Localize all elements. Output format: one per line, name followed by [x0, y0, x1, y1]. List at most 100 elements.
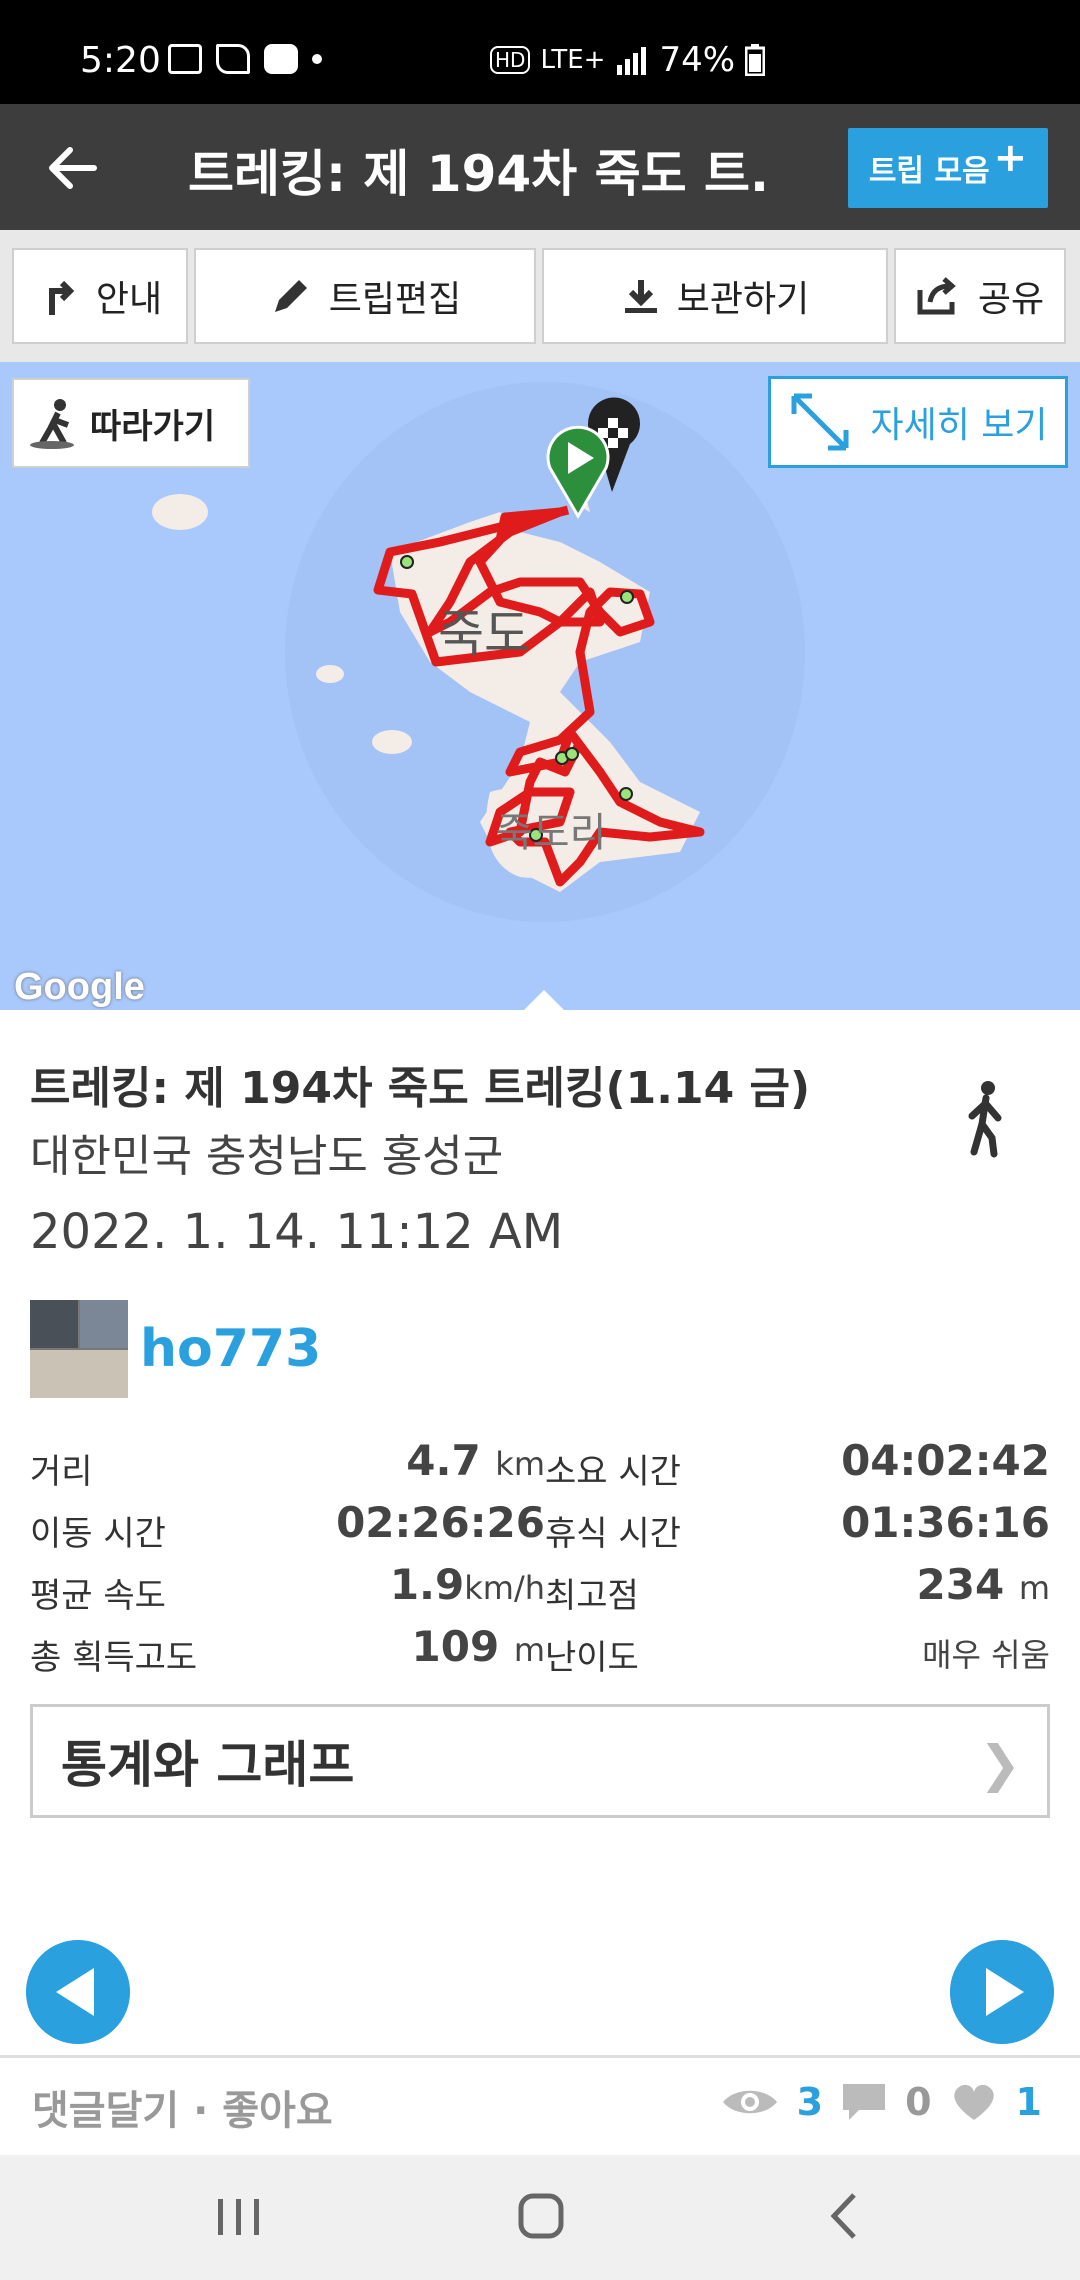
app-bar: 트레킹: 제 194차 죽도 트... 트립 모음 + [0, 104, 1080, 230]
image-icon [168, 44, 202, 74]
trip-info-panel: 트레킹: 제 194차 죽도 트레킹(1.14 금) 대한민국 충청남도 홍성군… [0, 1010, 1080, 2055]
edit-trip-button[interactable]: 트립편집 [194, 248, 536, 344]
guide-label: 안내 [95, 279, 163, 320]
elevation-gain-label: 총 획득고도 [30, 1638, 198, 1678]
share-icon [917, 277, 956, 315]
guide-button[interactable]: 안내 [12, 248, 188, 344]
stat-row: 거리 4.7 km 소요 시간 04:02:42 [30, 1430, 1050, 1492]
hd-icon: HD [490, 46, 531, 74]
waypoint-4[interactable] [565, 747, 579, 761]
download-icon [624, 280, 657, 313]
share-button[interactable]: 공유 [894, 248, 1066, 344]
duration-label: 소요 시간 [545, 1452, 681, 1492]
comment-like-link[interactable]: 댓글달기 · 좋아요 [32, 2078, 333, 2136]
follow-button[interactable]: 따라가기 [12, 378, 250, 468]
waypoint-2[interactable] [620, 590, 634, 604]
stat-row: 평균 속도 1.9km/h 최고점 234 m [30, 1554, 1050, 1616]
trip-collection-label: 트립 모음 [868, 154, 990, 189]
avg-speed-number: 1.9 [389, 1560, 465, 1609]
edit-trip-label: 트립편집 [328, 279, 462, 320]
village-label: 죽도리 [496, 810, 607, 856]
status-bar: 5:20 HD LTE+ 74% [0, 0, 1080, 104]
view-count: 3 [796, 2080, 824, 2124]
highest-point-label: 최고점 [545, 1576, 639, 1616]
distance-unit: km [495, 1445, 545, 1483]
status-time: 5:20 [80, 40, 161, 81]
save-button[interactable]: 보관하기 [542, 248, 888, 344]
duration-value: 04:02:42 [841, 1436, 1050, 1485]
next-trip-button[interactable] [950, 1940, 1054, 2044]
waypoint-5[interactable] [619, 787, 633, 801]
battery-percent: 74% [659, 40, 736, 80]
waypoint-1[interactable] [400, 555, 414, 569]
page-title: 트레킹: 제 194차 죽도 트... [188, 145, 768, 203]
trip-map[interactable]: 죽도 죽도리 따라가기 자세히 보기 Google [0, 362, 1080, 1010]
walking-icon [968, 1081, 1002, 1158]
stat-row: 이동 시간 02:26:26 휴식 시간 01:36:16 [30, 1492, 1050, 1554]
like-count: 1 [1015, 2080, 1042, 2124]
social-counts: 3 0 1 [721, 2080, 1042, 2124]
back-icon[interactable] [824, 2191, 864, 2241]
moving-time-value: 02:26:26 [336, 1498, 545, 1547]
elevation-gain-number: 109 [411, 1622, 500, 1671]
avg-speed-unit: km/h [464, 1569, 545, 1607]
chevron-right-icon: ❯ [979, 1735, 1021, 1793]
pencil-icon [274, 280, 307, 312]
system-navigation-bar [0, 2155, 1080, 2280]
previous-trip-button[interactable] [26, 1940, 130, 2044]
follow-label: 따라가기 [90, 406, 216, 447]
stats-graph-button[interactable]: 통계와 그래프 ❯ [30, 1704, 1050, 1818]
rest-time-value: 01:36:16 [841, 1498, 1050, 1547]
hiker-icon [30, 399, 74, 449]
turn-arrow-icon [48, 280, 75, 315]
trip-date: 2022. 1. 14. 11:12 AM [30, 1204, 564, 1260]
islet-3 [372, 730, 412, 754]
trip-location: 대한민국 충청남도 홍성군 [30, 1131, 504, 1182]
islet-1 [152, 494, 208, 530]
elevation-gain-value: 109 m [412, 1622, 545, 1671]
social-bar: 댓글달기 · 좋아요 3 0 1 [0, 2055, 1080, 2155]
battery-icon [745, 44, 766, 76]
elevation-gain-unit: m [513, 1631, 545, 1669]
plus-icon: + [993, 135, 1028, 181]
distance-label: 거리 [30, 1452, 93, 1492]
recent-apps-icon[interactable] [214, 2195, 264, 2239]
comment-icon[interactable] [841, 2082, 887, 2122]
distance-number: 4.7 [406, 1436, 481, 1485]
trip-author[interactable]: ho773 [30, 1300, 321, 1398]
username[interactable]: ho773 [140, 1319, 321, 1379]
island-label: 죽도 [438, 605, 530, 663]
feather-icon [216, 44, 250, 74]
notification-icons [168, 44, 322, 74]
trip-stats: 거리 4.7 km 소요 시간 04:02:42 이동 시간 02:26:26 … [30, 1430, 1050, 1678]
moving-time-label: 이동 시간 [30, 1514, 166, 1554]
back-arrow-icon[interactable] [44, 140, 100, 196]
highest-point-value: 234 m [917, 1560, 1050, 1609]
difficulty-label: 난이도 [545, 1638, 639, 1678]
view-detail-label: 자세히 보기 [870, 405, 1048, 446]
stats-graph-label: 통계와 그래프 [61, 1736, 355, 1794]
more-dot-icon [312, 54, 322, 64]
highest-point-number: 234 [916, 1560, 1005, 1609]
heart-icon[interactable] [950, 2082, 998, 2122]
google-logo: Google [14, 966, 145, 1008]
map-pointer [524, 990, 564, 1010]
avg-speed-label: 평균 속도 [30, 1576, 166, 1616]
stat-row: 총 획득고도 109 m 난이도 매우 쉬움 [30, 1616, 1050, 1678]
rest-time-label: 휴식 시간 [545, 1514, 681, 1554]
home-icon[interactable] [516, 2191, 566, 2241]
youtube-icon [264, 44, 298, 74]
signal-icon [617, 47, 647, 75]
expand-icon [791, 393, 849, 451]
system-icons: HD LTE+ 74% [490, 40, 766, 80]
trip-title: 트레킹: 제 194차 죽도 트레킹(1.14 금) [30, 1063, 811, 1114]
view-detail-button[interactable]: 자세히 보기 [768, 376, 1068, 468]
avatar[interactable] [30, 1300, 128, 1398]
distance-value: 4.7 km [406, 1436, 545, 1485]
share-label: 공유 [977, 279, 1045, 320]
trip-collection-button[interactable]: 트립 모음 + [848, 128, 1048, 208]
islet-2 [316, 665, 344, 683]
eye-icon [722, 2090, 777, 2114]
action-toolbar: 안내 트립편집 보관하기 공유 [0, 230, 1080, 362]
network-type: LTE+ [540, 45, 606, 75]
